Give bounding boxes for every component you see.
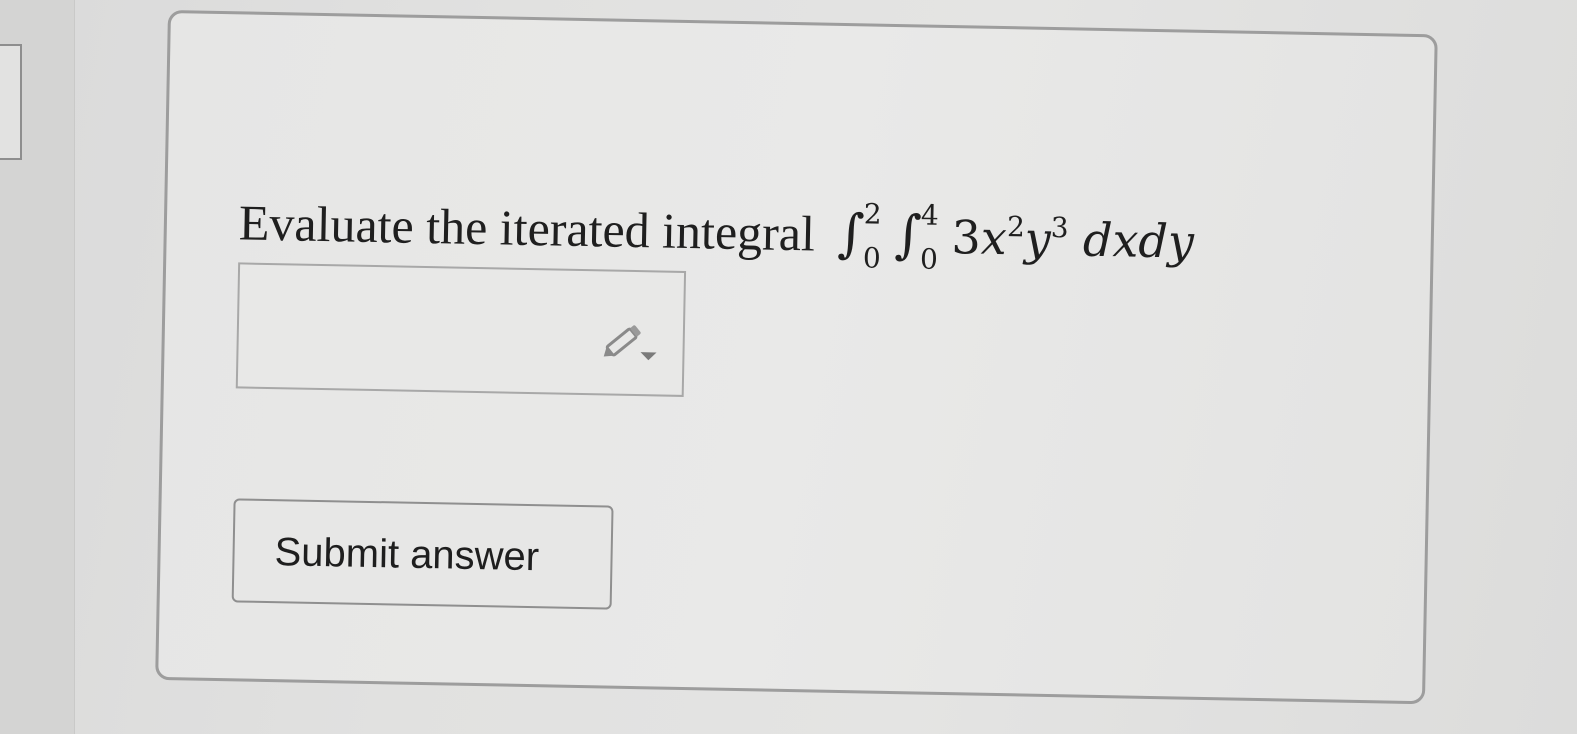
integrand-exp-y: 3	[1050, 210, 1069, 245]
integral-expression: ∫ 2 0 ∫ 4 0 3x2y3 dxdy	[837, 194, 1195, 275]
integrand: 3x2y3 dxdy	[951, 210, 1194, 269]
side-panel-tab[interactable]	[0, 44, 22, 160]
integrand-var-y: y	[1024, 211, 1052, 266]
integrand-differentials: dxdy	[1082, 212, 1195, 269]
inner-integral: ∫ 4 0	[894, 198, 939, 275]
answer-input[interactable]	[235, 262, 687, 397]
outer-lower-limit: 0	[862, 241, 882, 275]
integrand-var-x: x	[980, 210, 1008, 266]
left-gutter	[0, 0, 75, 734]
outer-integral: ∫ 2 0	[837, 197, 882, 274]
question-text: Evaluate the iterated integral ∫ 2 0 ∫ 4 0 3x2…	[238, 182, 1195, 275]
question-prompt: Evaluate the iterated integral	[238, 194, 816, 262]
pencil-dropdown-icon[interactable]	[600, 319, 661, 364]
integrand-exp-x: 2	[1006, 210, 1026, 244]
question-card: Evaluate the iterated integral ∫ 2 0 ∫ 4 0 3x2…	[155, 10, 1438, 705]
inner-lower-limit: 0	[919, 242, 939, 276]
submit-answer-button[interactable]: Submit answer	[231, 498, 614, 610]
integrand-coefficient: 3	[951, 210, 982, 265]
